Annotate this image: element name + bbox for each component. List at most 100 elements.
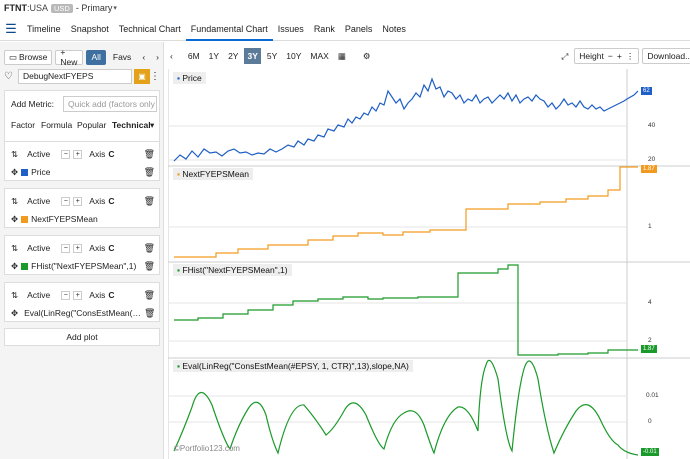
download-button[interactable]: Download... [642,48,690,64]
trash-icon[interactable]: 🗑 [144,290,155,301]
plot-name[interactable]: Eval(LinReg("ConsEstMean(… [24,308,141,318]
last-value-tag: -0.01 [641,448,659,456]
color-swatch[interactable] [21,262,29,270]
new-button[interactable]: + New [55,47,84,67]
chevron-down-icon[interactable]: ▾ [113,4,117,12]
range-3y[interactable]: 3Y [244,48,261,64]
linreg-line [173,359,639,456]
tab-timeline[interactable]: Timeline [22,17,66,41]
tab-notes[interactable]: Notes [377,17,411,41]
range-2y[interactable]: 2Y [225,48,241,64]
decrement-icon[interactable]: − [61,290,71,300]
axis-value[interactable]: C [108,290,114,300]
exchange-label: :USA [27,3,49,13]
panel-label-linreg: ▪ Eval(LinReg("ConsEstMean(#EPSY, 1, CTR… [173,360,413,372]
chevron-down-icon[interactable]: ▾ [150,120,154,131]
decrement-icon[interactable]: − [61,149,71,159]
active-toggle[interactable]: Active [27,243,50,253]
color-swatch[interactable] [21,168,29,176]
decrement-icon[interactable]: − [61,196,71,206]
expand-icon[interactable]: ⤢ [558,48,571,64]
panel-label-price: ▪ Price [173,72,206,84]
plot-name[interactable]: FHist("NextFYEPSMean",1) [31,261,136,271]
next-icon[interactable]: › [152,50,163,65]
y-tick: 0 [648,418,652,425]
main-nav: ☰ Timeline Snapshot Technical Chart Fund… [0,17,690,41]
all-button[interactable]: All [86,49,106,65]
trash-icon[interactable]: 🗑 [144,149,155,160]
increment-icon[interactable]: + [73,290,83,300]
y-tick: 0.01 [646,392,659,399]
tab-technical-chart[interactable]: Technical Chart [114,17,186,41]
tab-snapshot[interactable]: Snapshot [66,17,114,41]
move-icon[interactable]: ✥ [11,167,18,178]
add-metric-label: Add Metric: [11,99,54,109]
tab-rank[interactable]: Rank [309,17,340,41]
increment-icon[interactable]: + [73,243,83,253]
gear-icon[interactable]: ⚙ [360,48,374,64]
metric-tab-factor[interactable]: Factor [11,120,35,130]
color-swatch[interactable] [21,215,29,223]
range-1y[interactable]: 1Y [206,48,222,64]
axis-value[interactable]: C [108,243,114,253]
increment-icon[interactable]: + [73,149,83,159]
decrement-icon[interactable]: − [61,243,71,253]
range-10y[interactable]: 10Y [283,48,304,64]
sort-icon[interactable]: ⇅ [11,243,18,254]
save-icon[interactable]: ▣ [134,68,150,84]
tab-panels[interactable]: Panels [340,17,378,41]
heart-icon[interactable]: ♡ [4,71,18,82]
trash-icon[interactable]: 🗑 [144,308,155,319]
decrement-icon[interactable]: − [608,49,613,63]
add-plot-button[interactable]: Add plot [4,328,160,346]
move-icon[interactable]: ✥ [11,214,18,225]
plot-name[interactable]: NextFYEPSMean [31,214,98,224]
move-icon[interactable]: ✥ [11,261,18,272]
browse-button[interactable]: ▭ Browse [4,49,53,65]
range-max[interactable]: MAX [307,48,331,64]
last-value-tag: 62 [641,87,652,95]
axis-value[interactable]: C [108,149,114,159]
trash-icon[interactable]: 🗑 [144,243,155,254]
range-6m[interactable]: 6M [185,48,203,64]
quick-add-input[interactable]: Quick add (factors only [63,96,157,112]
plot-name[interactable]: Price [31,167,50,177]
sort-icon[interactable]: ⇅ [11,290,18,301]
axis-value[interactable]: C [108,196,114,206]
prev-icon[interactable]: ‹ [167,48,176,64]
increment-icon[interactable]: + [73,196,83,206]
panel-label-text: Eval(LinReg("ConsEstMean(#EPSY, 1, CTR)"… [182,361,409,371]
range-5y[interactable]: 5Y [264,48,280,64]
header-bar: FTNT :USA USD - Primary ▾ [0,0,690,16]
y-tick: 20 [648,156,656,163]
metric-tab-popular[interactable]: Popular [77,120,106,130]
menu-icon[interactable]: ☰ [0,17,22,41]
more-icon[interactable]: ⋮ [626,49,635,63]
trash-icon[interactable]: 🗑 [144,196,155,207]
favs-button[interactable]: Favs [109,50,135,65]
tab-fundamental-chart[interactable]: Fundamental Chart [185,17,273,41]
left-toolbar: ▭ Browse + New All Favs ‹ › [4,47,163,67]
tab-issues[interactable]: Issues [273,17,309,41]
axis-label: Axis [89,149,106,159]
metric-tab-formula[interactable]: Formula [41,120,72,130]
ticker-symbol: FTNT [4,3,27,13]
move-icon[interactable]: ✥ [11,308,18,319]
browse-label: Browse [19,52,48,62]
calendar-icon[interactable]: ▦ [335,48,349,64]
metric-tab-technical[interactable]: Technical [112,120,151,130]
dataset-name[interactable]: DebugNextFYEPS [18,68,132,84]
trash-icon[interactable]: 🗑 [144,167,155,178]
active-toggle[interactable]: Active [27,149,50,159]
sort-icon[interactable]: ⇅ [11,149,18,160]
trash-icon[interactable]: 🗑 [144,261,155,272]
primary-label[interactable]: - Primary [76,3,113,13]
more-icon[interactable]: ⋮ [150,71,160,82]
increment-icon[interactable]: + [617,49,622,63]
active-toggle[interactable]: Active [27,196,50,206]
y-tick: 40 [648,122,656,129]
active-toggle[interactable]: Active [27,290,50,300]
prev-icon[interactable]: ‹ [138,50,149,65]
currency-badge[interactable]: USD [51,3,73,13]
sort-icon[interactable]: ⇅ [11,196,18,207]
